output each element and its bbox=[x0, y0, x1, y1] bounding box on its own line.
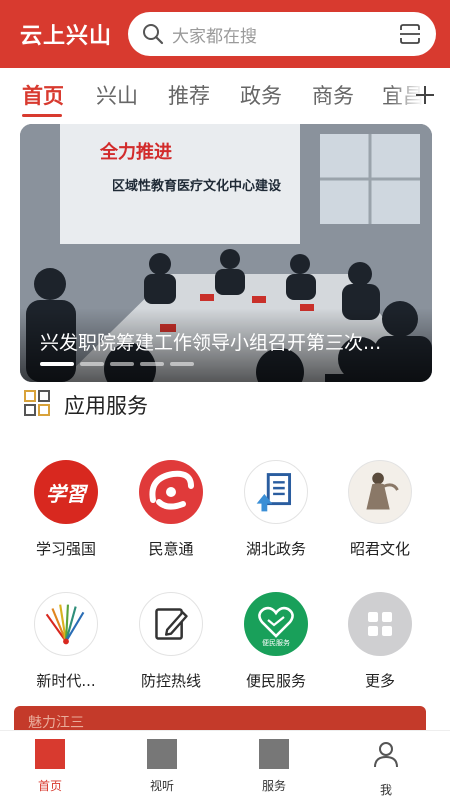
nav-label: 我 bbox=[379, 783, 392, 797]
user-icon bbox=[374, 742, 398, 768]
home-icon bbox=[35, 739, 65, 769]
hubei-gov-document-icon bbox=[244, 460, 308, 524]
tab-government[interactable]: 政务 bbox=[240, 80, 282, 110]
tab-recommend[interactable]: 推荐 bbox=[168, 80, 210, 110]
convenience-glyph: 便民服务 bbox=[262, 639, 290, 647]
service-hotline[interactable]: 防控热线 bbox=[121, 592, 221, 691]
edit-document-icon bbox=[139, 592, 203, 656]
more-grid-icon bbox=[348, 592, 412, 656]
service-label: 新时代... bbox=[36, 672, 96, 690]
video-icon bbox=[147, 739, 177, 769]
top-header: 云上兴山 大家都在搜 bbox=[0, 0, 450, 68]
nav-home[interactable]: 首页 bbox=[10, 739, 90, 794]
service-label: 学习强国 bbox=[35, 540, 96, 558]
xuexi-qiangguo-icon: 学習 bbox=[34, 460, 98, 524]
nav-label: 服务 bbox=[261, 779, 286, 793]
banner-sign-text-2: 区域性教育医疗文化中心建设 bbox=[112, 178, 282, 194]
fan-emblem-glyph bbox=[45, 604, 85, 645]
tab-xingshan[interactable]: 兴山 bbox=[96, 80, 138, 110]
service-label: 更多 bbox=[364, 672, 395, 690]
new-era-icon bbox=[34, 592, 98, 656]
service-label: 湖北政务 bbox=[245, 540, 306, 558]
tab-business[interactable]: 商务 bbox=[312, 80, 354, 110]
document-upload-glyph bbox=[256, 473, 292, 512]
service-label: 防控热线 bbox=[140, 672, 201, 690]
tab-active-indicator bbox=[22, 114, 62, 117]
services-section-header: 应用服务 bbox=[24, 388, 324, 420]
four-squares-glyph bbox=[368, 612, 392, 636]
xuexi-glyph: 学習 bbox=[46, 482, 86, 506]
pencil-note-glyph bbox=[155, 608, 188, 640]
convenience-service-icon: 便民服务 bbox=[244, 592, 308, 656]
service-label: 便民服务 bbox=[245, 672, 306, 690]
service-icon bbox=[259, 739, 289, 769]
search-icon bbox=[143, 24, 164, 45]
add-channel-icon[interactable] bbox=[414, 84, 436, 106]
search-placeholder: 大家都在搜 bbox=[172, 27, 257, 47]
bottom-nav: 首页 视听 服务 我 bbox=[0, 730, 450, 800]
channel-tabs: 首页 兴山 推荐 政务 商务 宜昌 bbox=[0, 68, 450, 122]
service-zhaojun-culture[interactable]: 昭君文化 bbox=[330, 460, 430, 559]
service-more[interactable]: 更多 bbox=[330, 592, 430, 691]
carousel-dot[interactable] bbox=[140, 362, 164, 366]
nav-label: 视听 bbox=[149, 779, 174, 793]
minyitong-logo bbox=[149, 470, 194, 510]
statue-glyph bbox=[366, 472, 399, 510]
service-convenience[interactable]: 便民服务 便民服务 bbox=[226, 592, 326, 691]
search-bar[interactable]: 大家都在搜 bbox=[128, 12, 436, 56]
nav-me[interactable]: 我 bbox=[346, 739, 426, 798]
app-title: 云上兴山 bbox=[20, 24, 113, 49]
service-hubei-gov[interactable]: 湖北政务 bbox=[226, 460, 326, 559]
carousel-dot[interactable] bbox=[80, 362, 104, 366]
carousel-indicator bbox=[40, 362, 200, 366]
carousel-dot[interactable] bbox=[40, 362, 74, 366]
news-banner[interactable]: 全力推进 区域性教育医疗文化中心建设 兴发职院筹建工作领导小组召开第三次... bbox=[20, 124, 432, 382]
banner-sign-text-1: 全力推进 bbox=[99, 141, 172, 163]
banner-caption[interactable]: 兴发职院筹建工作领导小组召开第三次... bbox=[40, 328, 420, 355]
nav-video[interactable]: 视听 bbox=[122, 739, 202, 794]
minyitong-icon bbox=[139, 460, 203, 524]
carousel-dot[interactable] bbox=[170, 362, 194, 366]
service-new-era[interactable]: 新时代... bbox=[16, 592, 116, 691]
service-label: 昭君文化 bbox=[349, 540, 410, 558]
service-minyitong[interactable]: 民意通 bbox=[121, 460, 221, 559]
promo-text: 魅力江三 bbox=[28, 715, 84, 731]
carousel-dot[interactable] bbox=[110, 362, 134, 366]
zhaojun-statue-icon bbox=[348, 460, 412, 524]
tab-home[interactable]: 首页 bbox=[22, 80, 64, 110]
nav-label: 首页 bbox=[37, 779, 62, 793]
apps-grid-icon bbox=[24, 390, 50, 416]
nav-service[interactable]: 服务 bbox=[234, 739, 314, 794]
service-label: 民意通 bbox=[148, 540, 194, 558]
section-title: 应用服务 bbox=[64, 394, 148, 418]
scan-icon[interactable] bbox=[398, 22, 422, 46]
service-xuexi-qiangguo[interactable]: 学習 学习强国 bbox=[16, 460, 116, 559]
